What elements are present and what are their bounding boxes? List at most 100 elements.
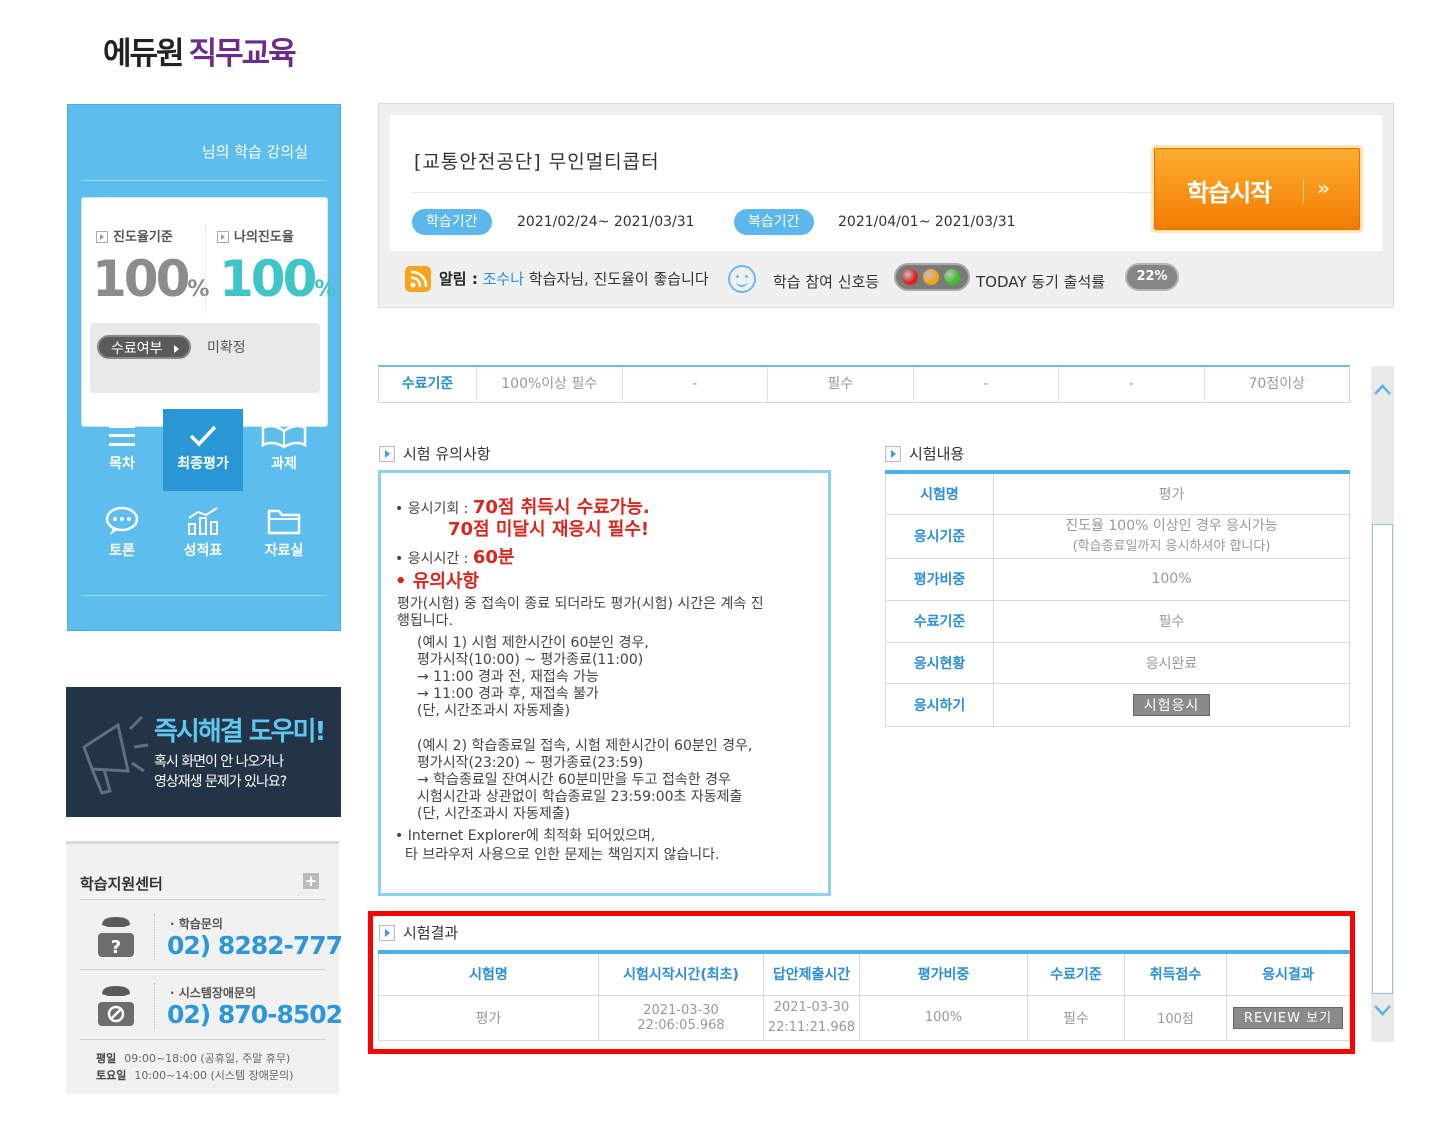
- menu-label: 자료실: [264, 543, 304, 559]
- bullet-icon: [217, 231, 229, 243]
- caution-heading: • 유의사항: [395, 571, 480, 592]
- completion-status-button[interactable]: 수료여부: [97, 335, 191, 359]
- system-inquiry-label: · 시스템장애문의: [170, 986, 257, 1000]
- study-inquiry-phone[interactable]: 02) 8282-777: [167, 931, 343, 960]
- row-label: 응시현황: [885, 641, 994, 684]
- row-label: 평가비중: [885, 557, 994, 601]
- svg-text:?: ?: [111, 937, 121, 958]
- phone-question-icon: ?: [98, 917, 134, 958]
- light-green-icon: [944, 269, 960, 285]
- megaphone-icon: [82, 715, 149, 795]
- attendance-rate-badge: 22%: [1125, 263, 1179, 291]
- book-icon: [261, 424, 307, 449]
- progress-card: 진도율기준 100% 나의진도율 100% 수료여부 미확정: [81, 197, 336, 427]
- divider: [82, 595, 326, 596]
- caution-text: 행됩니다.: [397, 613, 453, 629]
- progress-criteria-value: 100%: [92, 250, 210, 308]
- criteria-cell: 100%이상 필수: [477, 367, 623, 402]
- row-value: 응시완료: [993, 641, 1350, 684]
- start-learning-label: 학습시작: [1187, 179, 1272, 207]
- system-inquiry-phone[interactable]: 02) 870-8502: [167, 1000, 343, 1029]
- row-value: 100%: [993, 557, 1350, 601]
- row-value: 진도율 100% 이상인 경우 응시가능 (학습종료일까지 응시하셔야 합니다): [993, 513, 1350, 559]
- menu-label: 최종평가: [177, 456, 229, 472]
- criteria-cell: 수료기준: [379, 367, 477, 402]
- row-label: 응시기준: [885, 513, 994, 559]
- course-header: [교통안전공단] 무인멀티콥터 학습기간 2021/02/24~ 2021/03…: [378, 103, 1394, 308]
- row-label: 응시하기: [885, 682, 994, 727]
- table-row: 시험명 평가: [885, 471, 1350, 515]
- example1-line: (단, 시간조과시 자동제출): [417, 703, 571, 719]
- scrollbar[interactable]: [1371, 366, 1394, 1042]
- menu-library[interactable]: 자료실: [244, 492, 324, 574]
- divider: [205, 224, 206, 314]
- section-arrow-icon: [885, 446, 901, 462]
- check-icon: [189, 425, 217, 447]
- chat-icon: [105, 506, 139, 535]
- scroll-down-icon[interactable]: [1371, 1000, 1394, 1030]
- table-row: 수료기준 필수: [885, 599, 1350, 643]
- logo-part1: 에듀원: [103, 36, 185, 72]
- my-classroom-panel: 님의 학습 강의실 진도율기준 100% 나의진도율 100% 수료여부 미확정…: [67, 104, 341, 631]
- table-row: 응시하기 시험응시: [885, 682, 1350, 727]
- completion-status-value: 미확정: [207, 340, 246, 356]
- exam-notice-heading: 시험 유의사항: [379, 443, 491, 464]
- row-value: 평가: [993, 471, 1350, 515]
- banner-text: 혹시 화면이 안 나오거나 영상재생 문제가 있나요?: [154, 754, 287, 790]
- browser-notice: • Internet Explorer에 최적화 되어있으며,: [395, 828, 656, 844]
- criteria-cell: 70점이상: [1248, 376, 1305, 392]
- folder-icon: [267, 509, 301, 535]
- divider: [412, 192, 1152, 193]
- study-inquiry-label: · 학습문의: [170, 917, 223, 931]
- table-row: 응시기준 진도율 100% 이상인 경우 응시가능 (학습종료일까지 응시하셔야 합…: [885, 513, 1350, 559]
- exam-content-table: 시험명 평가 응시기준 진도율 100% 이상인 경우 응시가능 (학습종료일까지 응…: [885, 470, 1350, 727]
- divider: [80, 1039, 325, 1040]
- start-learning-button[interactable]: 학습시작 »: [1154, 148, 1360, 230]
- course-info: [교통안전공단] 무인멀티콥터 학습기간 2021/02/24~ 2021/03…: [390, 115, 1382, 251]
- notice-icon: [405, 266, 431, 292]
- study-period-value: 2021/02/24~ 2021/03/31: [517, 214, 695, 230]
- hours-saturday: 토요일 10:00~14:00 (시스템 장애문의): [96, 1069, 294, 1082]
- exam-retake-line: 70점 미달시 재응시 필수!: [448, 519, 650, 540]
- support-title: 학습지원센터: [80, 875, 163, 893]
- exam-notice-box: • 응시기회 : 70점 취득시 수료가능. 70점 미달시 재응시 필수! •…: [378, 470, 831, 896]
- completion-status-box: 수료여부 미확정: [90, 323, 320, 393]
- light-red-icon: [902, 269, 918, 285]
- criteria-cell: -: [623, 367, 768, 402]
- menu-toc[interactable]: 목차: [82, 409, 162, 491]
- divider: [154, 914, 155, 960]
- scrollbar-thumb[interactable]: [1372, 524, 1393, 994]
- divider: [80, 899, 325, 900]
- double-arrow-icon: »: [1317, 176, 1330, 200]
- divider: [80, 969, 325, 970]
- take-exam-button[interactable]: 시험응시: [1132, 693, 1211, 716]
- notice-message: 알림 : 조수나 학습자님, 진도율이 좋습니다: [439, 270, 709, 288]
- scroll-up-icon[interactable]: [1371, 380, 1394, 410]
- section-arrow-icon: [379, 446, 395, 462]
- logo-part2: 직무교육: [188, 36, 297, 72]
- browser-notice: 타 브라우저 사용으로 인한 문제는 책임지지 않습니다.: [405, 847, 720, 863]
- classroom-title: 님의 학습 강의실: [201, 143, 308, 161]
- plus-icon[interactable]: +: [303, 873, 319, 889]
- menu-discussion[interactable]: 토론: [82, 492, 162, 574]
- my-progress-value: 100%: [219, 250, 337, 308]
- bullet-icon: [96, 231, 108, 243]
- menu-final-exam[interactable]: 최종평가: [163, 409, 243, 491]
- phone-block-icon: [98, 986, 134, 1026]
- criteria-cell: -: [1059, 367, 1205, 402]
- review-period-value: 2021/04/01~ 2021/03/31: [838, 214, 1016, 230]
- banner-title: 즉시해결 도우미!: [154, 717, 326, 747]
- menu-grades[interactable]: 성적표: [163, 492, 243, 574]
- divider: [154, 983, 155, 1029]
- highlight-frame: [368, 911, 1355, 1054]
- my-progress-label: 나의진도율: [217, 226, 294, 245]
- example2-line: (단, 시간조과시 자동제출): [417, 806, 571, 822]
- help-banner[interactable]: 즉시해결 도우미! 혹시 화면이 안 나오거나 영상재생 문제가 있나요?: [66, 687, 341, 817]
- criteria-cell: -: [914, 367, 1059, 402]
- site-logo[interactable]: 에듀원 직무교육: [103, 28, 297, 73]
- divider: [1303, 179, 1304, 203]
- menu-assignment[interactable]: 과제: [244, 409, 324, 491]
- table-row: 평가비중 100%: [885, 557, 1350, 601]
- menu-label: 목차: [109, 456, 135, 472]
- signal-label: 학습 참여 신호등: [773, 273, 880, 291]
